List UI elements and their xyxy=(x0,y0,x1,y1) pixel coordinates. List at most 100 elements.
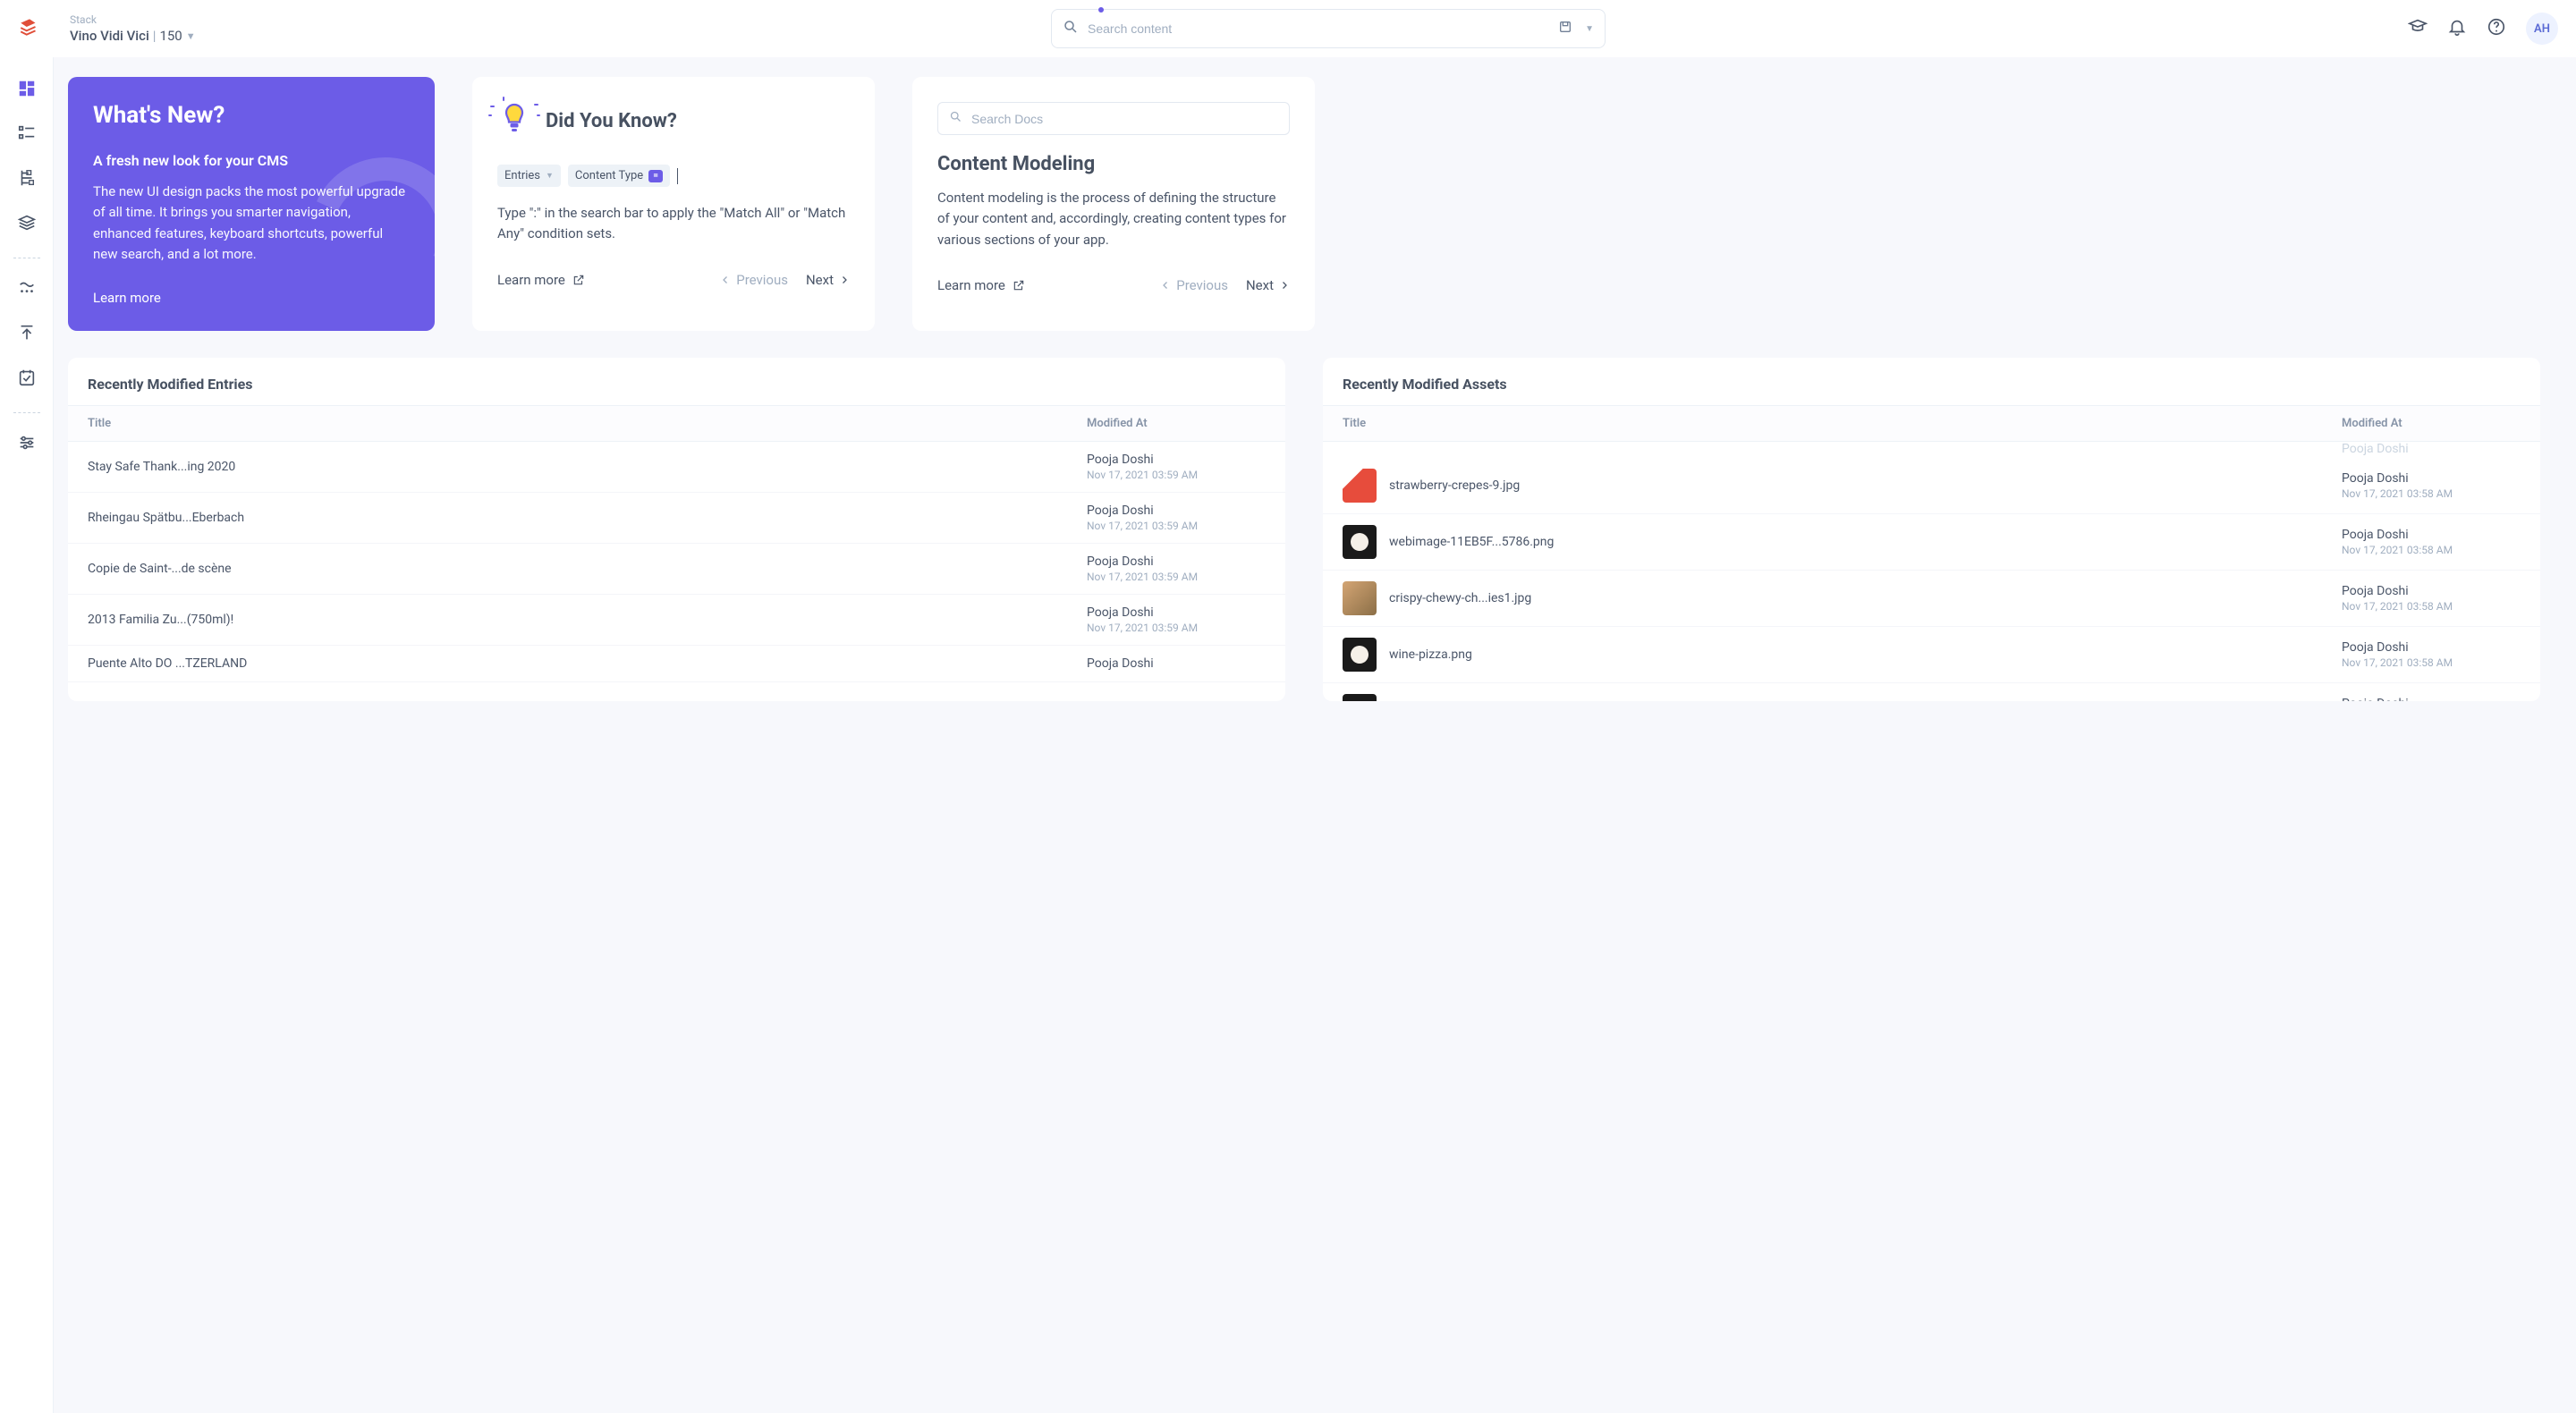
modified-at: Nov 17, 2021 03:58 AM xyxy=(2342,544,2521,556)
modified-at: Nov 17, 2021 03:59 AM xyxy=(1087,622,1266,634)
sidenav xyxy=(0,57,54,1413)
modified-by: Pooja Doshi xyxy=(2342,584,2521,598)
stack-count: 150 xyxy=(159,28,182,44)
bell-icon[interactable] xyxy=(2447,17,2467,40)
table-row[interactable]: strawberry-crepes-9.jpg Pooja Doshi Nov … xyxy=(1323,458,2540,514)
modified-by: Pooja Doshi xyxy=(2342,697,2521,701)
logo-icon[interactable] xyxy=(18,15,41,42)
cm-body: Content modeling is the process of defin… xyxy=(937,188,1290,250)
whats-new-card: What's New? A fresh new look for your CM… xyxy=(68,77,435,331)
sidenav-tasks[interactable] xyxy=(8,359,46,396)
whats-new-learn-more[interactable]: Learn more xyxy=(93,290,410,306)
modified-at: Nov 17, 2021 03:58 AM xyxy=(2342,656,2521,669)
asset-thumbnail xyxy=(1343,525,1377,559)
cm-next-button[interactable]: Next xyxy=(1246,277,1290,293)
modified-by: Pooja Doshi xyxy=(1087,605,1266,620)
modified-by: Pooja Doshi xyxy=(1087,453,1266,467)
stack-name: Vino Vidi Vici xyxy=(70,28,149,44)
whats-new-body: The new UI design packs the most powerfu… xyxy=(93,182,410,265)
cm-title: Content Modeling xyxy=(937,153,1290,175)
content-modeling-card: Content Modeling Content modeling is the… xyxy=(912,77,1315,331)
sidenav-content-types[interactable] xyxy=(8,159,46,197)
sidenav-assets[interactable] xyxy=(8,204,46,241)
asset-thumbnail xyxy=(1343,581,1377,615)
entries-col-title: Title xyxy=(88,417,1087,430)
assets-col-title: Title xyxy=(1343,417,2342,430)
cm-learn-more[interactable]: Learn more xyxy=(937,277,1025,293)
modified-by: Pooja Doshi xyxy=(2342,528,2521,542)
chevron-down-icon[interactable]: ▼ xyxy=(1585,24,1594,34)
chip-content-type[interactable]: Content Type= xyxy=(568,165,670,187)
sidenav-entries[interactable] xyxy=(8,114,46,152)
modified-by: Pooja Doshi xyxy=(1087,554,1266,569)
recently-modified-entries: Recently Modified Entries Title Modified… xyxy=(68,358,1285,701)
sidenav-settings[interactable] xyxy=(8,424,46,461)
topbar: Stack Vino Vidi Vici | 150 ▼ ▼ xyxy=(0,0,2576,57)
asset-name: webimage-11EB5F...5786.png xyxy=(1389,535,2342,549)
whats-new-title: What's New? xyxy=(93,102,410,129)
learn-icon[interactable] xyxy=(2408,17,2428,40)
modified-at: Nov 17, 2021 03:59 AM xyxy=(1087,469,1266,481)
entry-title: Copie de Saint-...de scène xyxy=(88,562,1087,576)
entry-title: 2013 Familia Zu...(750ml)! xyxy=(88,613,1087,627)
docs-search[interactable] xyxy=(937,102,1290,135)
modified-by: Pooja Doshi xyxy=(2342,640,2521,655)
entries-col-modified: Modified At xyxy=(1087,417,1266,430)
lightbulb-icon xyxy=(497,102,531,140)
search-indicator-dot xyxy=(1098,7,1104,13)
search-icon xyxy=(1063,19,1079,38)
asset-thumbnail xyxy=(1343,469,1377,503)
avatar[interactable]: AH xyxy=(2526,13,2558,45)
main-content: What's New? A fresh new look for your CM… xyxy=(54,57,2576,1413)
sidenav-releases[interactable] xyxy=(8,314,46,351)
table-row[interactable]: 2013 Familia Zu...(750ml)! Pooja Doshi N… xyxy=(68,595,1285,646)
asset-name: crispy-chewy-ch...ies1.jpg xyxy=(1389,591,2342,605)
modified-by: Pooja Doshi xyxy=(2342,471,2521,486)
text-cursor xyxy=(677,168,678,184)
docs-search-input[interactable] xyxy=(971,112,1278,126)
global-search[interactable]: ▼ xyxy=(1051,9,1606,48)
table-row[interactable]: Copie de Saint-...de scène Pooja Doshi N… xyxy=(68,544,1285,595)
asset-name: wine-pizza.png xyxy=(1389,647,2342,662)
modified-by: Pooja Doshi xyxy=(1087,656,1266,671)
search-icon xyxy=(949,110,962,127)
external-link-icon xyxy=(1013,279,1025,292)
stack-selector[interactable]: Stack Vino Vidi Vici | 150 ▼ xyxy=(70,13,249,44)
modified-at: Nov 17, 2021 03:59 AM xyxy=(1087,520,1266,532)
table-row[interactable]: wine-pasta.png Pooja Doshi Nov 17, 2021 … xyxy=(1323,683,2540,701)
assets-col-modified: Modified At xyxy=(2342,417,2521,430)
asset-thumbnail xyxy=(1343,638,1377,672)
help-icon[interactable] xyxy=(2487,17,2506,40)
did-you-know-card: Did You Know? Entries▼ Content Type= Typ… xyxy=(472,77,875,331)
sidenav-dashboard[interactable] xyxy=(8,70,46,107)
modified-at: Nov 17, 2021 03:58 AM xyxy=(2342,600,2521,613)
save-icon[interactable] xyxy=(1558,20,1572,38)
entry-title: Rheingau Spätbu...Eberbach xyxy=(88,511,1087,525)
table-row[interactable]: Puente Alto DO ...TZERLAND Pooja Doshi xyxy=(68,646,1285,682)
modified-at: Nov 17, 2021 03:58 AM xyxy=(2342,487,2521,500)
chip-entries[interactable]: Entries▼ xyxy=(497,165,561,187)
dyk-previous-button[interactable]: Previous xyxy=(720,272,788,288)
asset-name: strawberry-crepes-9.jpg xyxy=(1389,478,2342,493)
table-row[interactable]: wine-pizza.png Pooja Doshi Nov 17, 2021 … xyxy=(1323,627,2540,683)
table-row[interactable]: Rheingau Spätbu...Eberbach Pooja Doshi N… xyxy=(68,493,1285,544)
modified-at: Nov 17, 2021 03:59 AM xyxy=(1087,571,1266,583)
entries-heading: Recently Modified Entries xyxy=(88,376,1266,393)
dyk-next-button[interactable]: Next xyxy=(806,272,850,288)
dyk-title: Did You Know? xyxy=(546,110,677,132)
external-link-icon xyxy=(572,274,585,286)
stack-label: Stack xyxy=(70,13,249,26)
dyk-body: Type ":" in the search bar to apply the … xyxy=(497,203,850,245)
table-row[interactable]: Stay Safe Thank...ing 2020 Pooja Doshi N… xyxy=(68,442,1285,493)
dyk-learn-more[interactable]: Learn more xyxy=(497,272,585,288)
entry-title: Stay Safe Thank...ing 2020 xyxy=(88,460,1087,474)
assets-heading: Recently Modified Assets xyxy=(1343,376,2521,393)
search-input[interactable] xyxy=(1088,21,1549,36)
asset-thumbnail xyxy=(1343,694,1377,701)
table-row[interactable]: crispy-chewy-ch...ies1.jpg Pooja Doshi N… xyxy=(1323,571,2540,627)
modified-by: Pooja Doshi xyxy=(1087,503,1266,518)
table-row[interactable]: webimage-11EB5F...5786.png Pooja Doshi N… xyxy=(1323,514,2540,571)
cm-previous-button[interactable]: Previous xyxy=(1160,277,1228,293)
entry-title: Puente Alto DO ...TZERLAND xyxy=(88,656,1087,671)
sidenav-publish-queue[interactable] xyxy=(8,269,46,307)
